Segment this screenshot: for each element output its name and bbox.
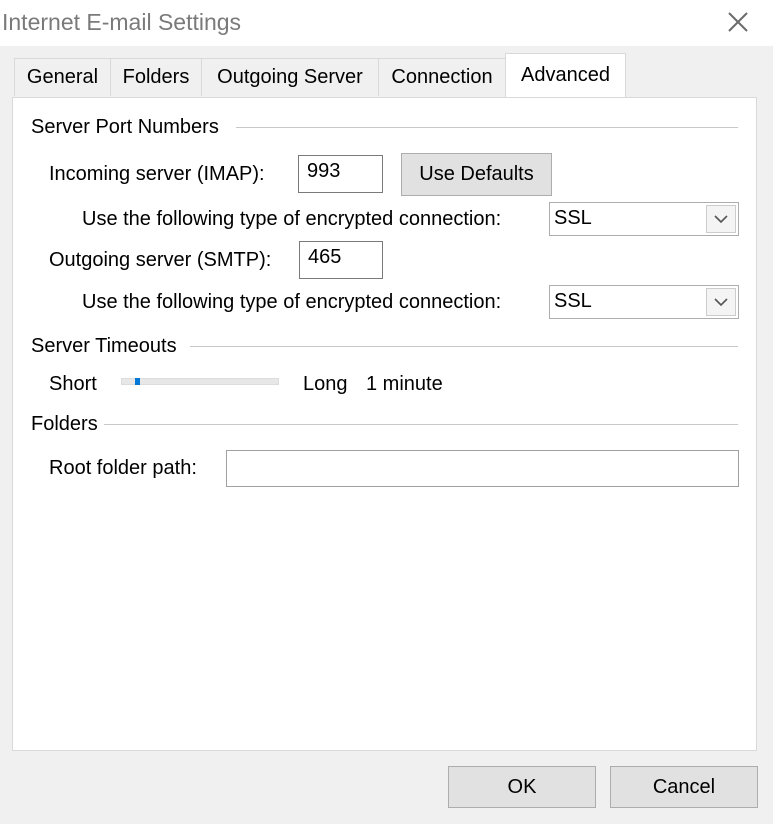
use-defaults-label: Use Defaults [419, 163, 534, 185]
tab-general[interactable]: General [14, 58, 111, 96]
section-title-server-ports: Server Port Numbers [31, 116, 219, 138]
tab-general-label: General [26, 66, 99, 88]
incoming-encryption-select[interactable]: SSL [549, 202, 739, 236]
use-defaults-button[interactable]: Use Defaults [401, 153, 552, 196]
tab-folders[interactable]: Folders [110, 58, 202, 96]
timeout-slider-thumb[interactable] [134, 378, 140, 385]
tab-folders-label: Folders [122, 66, 190, 88]
tab-outgoing-server[interactable]: Outgoing Server [201, 58, 379, 96]
ok-button-label: OK [507, 775, 537, 798]
chevron-down-icon[interactable] [706, 288, 736, 316]
timeout-slider[interactable] [121, 378, 279, 385]
tab-advanced[interactable]: Advanced [505, 53, 626, 97]
incoming-server-label: Incoming server (IMAP): [49, 163, 265, 185]
timeout-value: 1 minute [366, 373, 443, 395]
outgoing-encryption-select[interactable]: SSL [549, 285, 739, 319]
cancel-button[interactable]: Cancel [610, 766, 758, 808]
root-folder-input[interactable] [226, 450, 739, 487]
close-icon[interactable] [722, 6, 754, 38]
outgoing-port-field[interactable]: 465 [299, 241, 383, 279]
incoming-port-value: 993 [307, 160, 341, 182]
incoming-encryption-label: Use the following type of encrypted conn… [82, 208, 502, 230]
tab-connection[interactable]: Connection [378, 58, 506, 96]
incoming-port-field[interactable]: 993 [298, 155, 383, 193]
cancel-button-label: Cancel [652, 775, 716, 798]
outgoing-port-value: 465 [308, 246, 342, 268]
section-title-timeouts: Server Timeouts [31, 335, 177, 357]
section-title-folders: Folders [31, 413, 98, 435]
title-bar: Internet E-mail Settings [0, 0, 773, 46]
root-folder-label: Root folder path: [49, 457, 197, 479]
timeout-long-label: Long [303, 373, 348, 395]
section-divider [104, 424, 738, 425]
outgoing-encryption-value: SSL [554, 290, 592, 312]
incoming-encryption-value: SSL [554, 207, 592, 229]
timeout-short-label: Short [49, 373, 97, 395]
window-title: Internet E-mail Settings [2, 9, 242, 35]
tab-advanced-label: Advanced [521, 64, 610, 86]
outgoing-encryption-label: Use the following type of encrypted conn… [82, 291, 502, 313]
chevron-down-icon[interactable] [706, 205, 736, 233]
tab-outgoing-server-label: Outgoing Server [217, 66, 363, 88]
section-divider [236, 127, 738, 128]
outgoing-server-label: Outgoing server (SMTP): [49, 249, 272, 271]
tab-strip: General Folders Outgoing Server Connecti… [0, 53, 773, 98]
section-divider [190, 346, 738, 347]
ok-button[interactable]: OK [448, 766, 596, 808]
tab-connection-label: Connection [391, 66, 493, 88]
